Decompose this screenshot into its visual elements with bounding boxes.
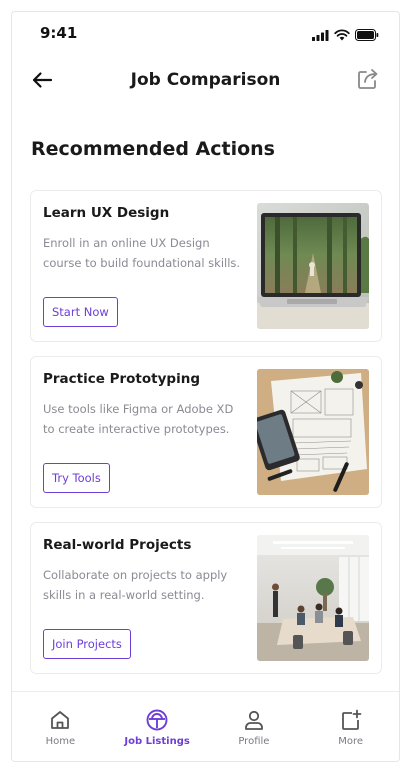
status-time: 9:41: [40, 24, 78, 42]
start-now-button[interactable]: Start Now: [43, 297, 118, 327]
card-title: Practice Prototyping: [43, 371, 200, 387]
office-meeting-photo: [257, 535, 369, 661]
card-description: Use tools like Figma or Adobe XD to crea…: [43, 402, 234, 436]
card-description: Collaborate on projects to apply skills …: [43, 568, 228, 602]
wireframe-sketch-photo: [257, 369, 369, 495]
phone-screen: 9:41 Job Comparison Recommended Actions …: [11, 11, 400, 762]
battery-icon: [355, 26, 379, 45]
tab-label: Profile: [238, 736, 270, 747]
action-card-projects: Real-world Projects Collaborate on proje…: [30, 522, 382, 674]
job-listings-icon: [145, 708, 169, 732]
profile-icon: [242, 708, 266, 732]
more-icon: [339, 708, 363, 732]
action-card-learn-ux: Learn UX Design Enroll in an online UX D…: [30, 190, 382, 342]
tab-profile[interactable]: Profile: [212, 708, 296, 747]
join-projects-button[interactable]: Join Projects: [43, 629, 131, 659]
wifi-icon: [334, 26, 350, 45]
header: Job Comparison: [12, 60, 399, 104]
home-icon: [48, 708, 72, 732]
tab-label: More: [338, 736, 364, 747]
share-icon: [356, 67, 380, 95]
laptop-forest-photo: [257, 203, 369, 329]
try-tools-button[interactable]: Try Tools: [43, 463, 110, 493]
card-title: Learn UX Design: [43, 205, 170, 221]
action-card-prototyping: Practice Prototyping Use tools like Figm…: [30, 356, 382, 508]
section-title: Recommended Actions: [31, 138, 275, 160]
card-description: Enroll in an online UX Design course to …: [43, 236, 241, 270]
page-title: Job Comparison: [130, 70, 281, 90]
tab-home[interactable]: Home: [18, 708, 102, 747]
bottom-tab-bar: Home Job Listings Profile More: [12, 691, 399, 761]
recommended-actions-list: Learn UX Design Enroll in an online UX D…: [30, 190, 382, 688]
share-button[interactable]: [353, 66, 383, 96]
status-bar: 9:41: [12, 12, 399, 56]
card-title: Real-world Projects: [43, 537, 192, 553]
tab-label: Job Listings: [124, 736, 190, 747]
tab-more[interactable]: More: [309, 708, 393, 747]
status-icons: [312, 26, 379, 45]
signal-icon: [312, 26, 329, 45]
tab-job-listings[interactable]: Job Listings: [115, 708, 199, 747]
tab-label: Home: [45, 736, 76, 747]
